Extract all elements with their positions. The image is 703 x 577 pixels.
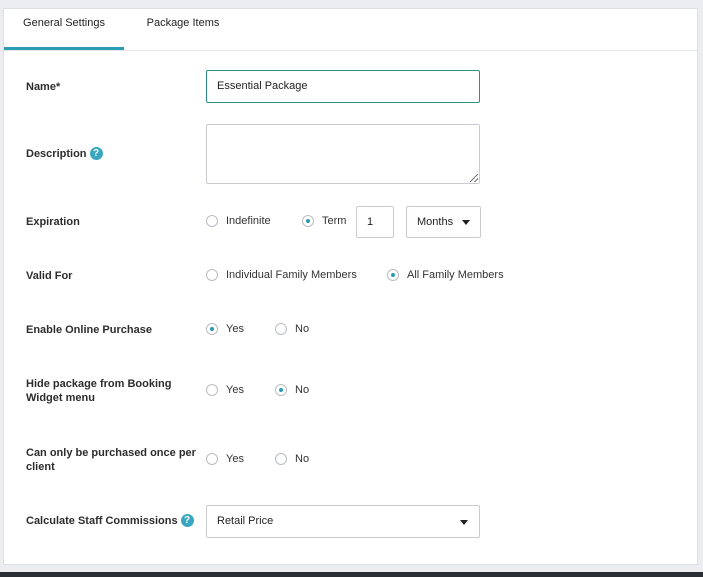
radio-label: No — [295, 384, 310, 396]
radio-label: Yes — [226, 453, 244, 465]
hide-booking-label: Hide package from Booking Widget menu — [26, 378, 172, 404]
expiration-indefinite-radio[interactable]: Indefinite — [206, 215, 271, 227]
bottom-bar — [0, 572, 703, 577]
chevron-down-icon — [462, 220, 470, 225]
radio-circle-icon — [206, 453, 218, 465]
chevron-down-icon — [460, 520, 468, 525]
radio-label: Individual Family Members — [226, 269, 357, 281]
radio-label: No — [295, 323, 310, 335]
tab-bar: General Settings Package Items — [4, 9, 697, 51]
radio-circle-icon — [302, 215, 314, 227]
radio-label: Term — [322, 215, 347, 227]
help-icon[interactable]: ? — [180, 513, 194, 527]
radio-circle-icon — [206, 269, 218, 281]
staff-commissions-label: Calculate Staff Commissions — [26, 515, 178, 527]
radio-label: Indefinite — [226, 215, 271, 227]
radio-circle-icon — [275, 384, 287, 396]
staff-commissions-select[interactable]: Retail Price — [206, 505, 480, 538]
hide-booking-yes-radio[interactable]: Yes — [206, 384, 244, 396]
expiration-label: Expiration — [26, 216, 80, 228]
radio-circle-icon — [275, 323, 287, 335]
radio-circle-icon — [387, 269, 399, 281]
purchase-once-label: Can only be purchased once per client — [26, 447, 196, 473]
staff-commissions-value: Retail Price — [217, 515, 274, 527]
online-purchase-yes-radio[interactable]: Yes — [206, 323, 244, 335]
tab-general-settings[interactable]: General Settings — [4, 9, 124, 50]
description-label: Description — [26, 148, 87, 160]
expiration-term-radio[interactable]: Term — [302, 215, 346, 227]
radio-circle-icon — [206, 384, 218, 396]
name-input[interactable]: Essential Package — [206, 70, 480, 103]
radio-label: Yes — [226, 384, 244, 396]
term-value-input[interactable]: 1 — [356, 206, 394, 238]
online-purchase-label: Enable Online Purchase — [26, 324, 152, 336]
radio-label: No — [295, 453, 310, 465]
name-label: Name* — [26, 81, 61, 93]
radio-label: All Family Members — [407, 269, 504, 281]
term-unit-value: Months — [417, 216, 454, 228]
tab-package-items[interactable]: Package Items — [128, 9, 238, 48]
online-purchase-no-radio[interactable]: No — [275, 323, 309, 335]
valid-for-label: Valid For — [26, 270, 73, 282]
valid-for-individual-radio[interactable]: Individual Family Members — [206, 269, 357, 281]
radio-circle-icon — [206, 323, 218, 335]
valid-for-all-radio[interactable]: All Family Members — [387, 269, 504, 281]
purchase-once-no-radio[interactable]: No — [275, 453, 309, 465]
radio-circle-icon — [206, 215, 218, 227]
staff-commissions-label-row: Calculate Staff Commissions? — [26, 513, 194, 528]
hide-booking-no-radio[interactable]: No — [275, 384, 309, 396]
radio-label: Yes — [226, 323, 244, 335]
radio-circle-icon — [275, 453, 287, 465]
purchase-once-yes-radio[interactable]: Yes — [206, 453, 244, 465]
package-settings-panel: General Settings Package Items Name* Ess… — [3, 8, 698, 565]
help-icon[interactable]: ? — [89, 146, 103, 160]
description-textarea[interactable] — [206, 124, 480, 184]
description-label-row: Description? — [26, 146, 103, 161]
term-unit-select[interactable]: Months — [406, 206, 481, 238]
resize-grip-icon[interactable] — [470, 174, 478, 182]
